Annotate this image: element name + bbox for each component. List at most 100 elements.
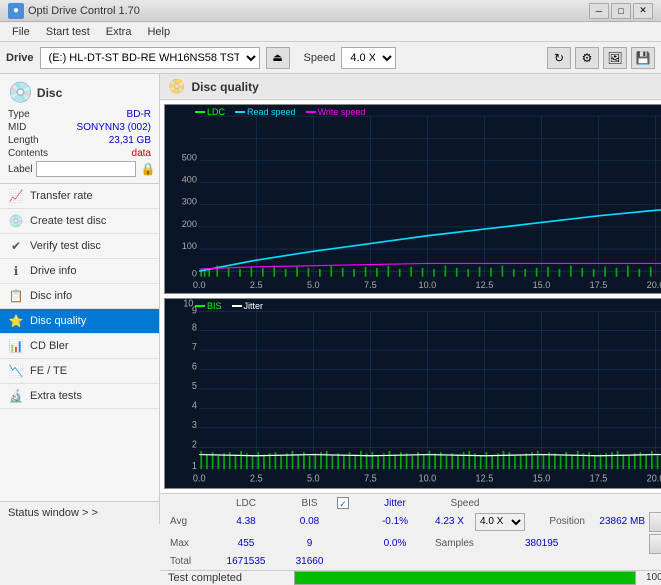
nav-verify-test-disc[interactable]: ✔ Verify test disc xyxy=(0,234,159,259)
max-label: Max xyxy=(170,538,210,549)
close-button[interactable]: ✕ xyxy=(633,3,653,19)
nav-cd-bler[interactable]: 📊 CD Bler xyxy=(0,334,159,359)
svg-text:10.0: 10.0 xyxy=(419,280,437,290)
jitter-checkbox[interactable]: ✓ xyxy=(337,497,355,510)
nav-verify-test-disc-label: Verify test disc xyxy=(30,240,101,252)
svg-text:6: 6 xyxy=(192,361,197,372)
start-part-button[interactable]: Start part xyxy=(649,534,661,554)
stats-bar: LDC BIS ✓ Jitter Speed Avg 4.38 0.08 -0.… xyxy=(160,493,661,570)
nav-cd-bler-label: CD Bler xyxy=(30,340,69,352)
svg-text:500: 500 xyxy=(182,153,197,163)
menu-start-test[interactable]: Start test xyxy=(38,24,98,40)
max-jitter: 0.0% xyxy=(355,538,435,549)
bis-legend: BIS Jitter xyxy=(195,301,263,311)
nav-disc-quality-label: Disc quality xyxy=(30,315,86,327)
eject-button[interactable]: ⏏ xyxy=(266,47,290,69)
nav-drive-info-label: Drive info xyxy=(30,265,76,277)
max-bis: 9 xyxy=(282,538,337,549)
svg-text:300: 300 xyxy=(182,197,197,207)
progress-bar-fill xyxy=(295,572,635,584)
nav-fe-te[interactable]: 📉 FE / TE xyxy=(0,359,159,384)
disc-quality-icon: ⭐ xyxy=(8,314,24,328)
svg-text:2.5: 2.5 xyxy=(250,472,263,483)
type-value: BD-R xyxy=(127,109,151,120)
svg-text:15.0: 15.0 xyxy=(533,280,551,290)
svg-text:7: 7 xyxy=(192,341,197,352)
drivebar: Drive (E:) HL-DT-ST BD-RE WH16NS58 TST4 … xyxy=(0,42,661,74)
speed-select[interactable]: 4.0 X xyxy=(341,47,396,69)
drive-info-icon: ℹ xyxy=(8,264,24,278)
maximize-button[interactable]: □ xyxy=(611,3,631,19)
progress-bar-container xyxy=(294,571,636,585)
svg-text:2.5: 2.5 xyxy=(250,280,263,290)
samples-label: Samples xyxy=(435,538,525,549)
charts-area: LDC Read speed Write speed xyxy=(160,100,661,493)
type-label: Type xyxy=(8,109,30,120)
minimize-button[interactable]: ─ xyxy=(589,3,609,19)
bis-chart: BIS Jitter xyxy=(164,298,661,488)
progress-pct: 100.0% xyxy=(640,572,661,583)
svg-text:3: 3 xyxy=(192,419,197,430)
bis-header: BIS xyxy=(282,498,337,509)
svg-text:12.5: 12.5 xyxy=(476,472,494,483)
ldc-legend-label: LDC xyxy=(207,107,225,117)
quality-header: 📀 Disc quality xyxy=(160,74,661,100)
menu-extra[interactable]: Extra xyxy=(98,24,140,40)
status-text: Test completed xyxy=(160,572,290,584)
extra-tests-icon: 🔬 xyxy=(8,389,24,403)
length-value: 23,31 GB xyxy=(109,135,151,146)
speed-sel[interactable]: 4.0 X xyxy=(475,513,525,531)
drive-label: Drive xyxy=(6,52,34,64)
nav-create-test-disc-label: Create test disc xyxy=(30,215,106,227)
svg-text:5: 5 xyxy=(192,380,197,391)
fe-te-icon: 📉 xyxy=(8,364,24,378)
bis-legend-color xyxy=(195,305,205,307)
app-icon: ● xyxy=(8,3,24,19)
max-ldc: 455 xyxy=(210,538,282,549)
ldc-legend: LDC Read speed Write speed xyxy=(195,107,365,117)
nav-disc-info-label: Disc info xyxy=(30,290,72,302)
svg-text:5.0: 5.0 xyxy=(307,280,320,290)
bis-legend-label: BIS xyxy=(207,301,222,311)
nav-disc-quality[interactable]: ⭐ Disc quality xyxy=(0,309,159,334)
svg-text:10: 10 xyxy=(183,299,193,308)
disc-panel: 💿 Disc Type BD-R MID SONYNN3 (002) Lengt… xyxy=(0,74,159,184)
nav-fe-te-label: FE / TE xyxy=(30,365,67,377)
mid-value: SONYNN3 (002) xyxy=(77,122,151,133)
verify-test-disc-icon: ✔ xyxy=(8,239,24,253)
menu-file[interactable]: File xyxy=(4,24,38,40)
save-button[interactable]: 💾 xyxy=(631,47,655,69)
sidebar: 💿 Disc Type BD-R MID SONYNN3 (002) Lengt… xyxy=(0,74,160,524)
nav-create-test-disc[interactable]: 💿 Create test disc xyxy=(0,209,159,234)
disc-label-label: Label xyxy=(8,164,32,175)
ldc-chart-svg: 0 100 200 300 400 500 18X 16X 14X 12X 10… xyxy=(165,105,661,293)
ldc-chart: LDC Read speed Write speed xyxy=(164,104,661,294)
mid-label: MID xyxy=(8,122,26,133)
disc-label-input[interactable] xyxy=(36,161,136,177)
menu-help[interactable]: Help xyxy=(139,24,178,40)
content-area: 📀 Disc quality LDC Read speed xyxy=(160,74,661,524)
refresh-button[interactable]: ↻ xyxy=(547,47,571,69)
nav-extra-tests[interactable]: 🔬 Extra tests xyxy=(0,384,159,409)
nav-drive-info[interactable]: ℹ Drive info xyxy=(0,259,159,284)
drive-select[interactable]: (E:) HL-DT-ST BD-RE WH16NS58 TST4 xyxy=(40,47,260,69)
info-button[interactable]: 🖼 xyxy=(603,47,627,69)
titlebar: ● Opti Drive Control 1.70 ─ □ ✕ xyxy=(0,0,661,22)
write-speed-legend-color xyxy=(306,111,316,113)
svg-text:12.5: 12.5 xyxy=(476,280,494,290)
cd-bler-icon: 📊 xyxy=(8,339,24,353)
label-set-button[interactable]: 🔒 xyxy=(140,162,155,176)
settings-button[interactable]: ⚙ xyxy=(575,47,599,69)
nav-disc-info[interactable]: 📋 Disc info xyxy=(0,284,159,309)
svg-text:10.0: 10.0 xyxy=(419,472,437,483)
nav-transfer-rate[interactable]: 📈 Transfer rate xyxy=(0,184,159,209)
bis-chart-svg: 1 2 3 4 5 6 7 8 9 10 2% 4% 6% 8% 10% xyxy=(165,299,661,487)
svg-text:4: 4 xyxy=(192,399,197,410)
start-full-button[interactable]: Start full xyxy=(649,512,661,532)
status-window-button[interactable]: Status window > > xyxy=(0,501,159,524)
jitter-header: Jitter xyxy=(355,498,435,509)
speed-label: Speed xyxy=(304,52,336,64)
disc-icon: 💿 xyxy=(8,80,33,105)
svg-text:17.5: 17.5 xyxy=(590,280,608,290)
transfer-rate-icon: 📈 xyxy=(8,189,24,203)
